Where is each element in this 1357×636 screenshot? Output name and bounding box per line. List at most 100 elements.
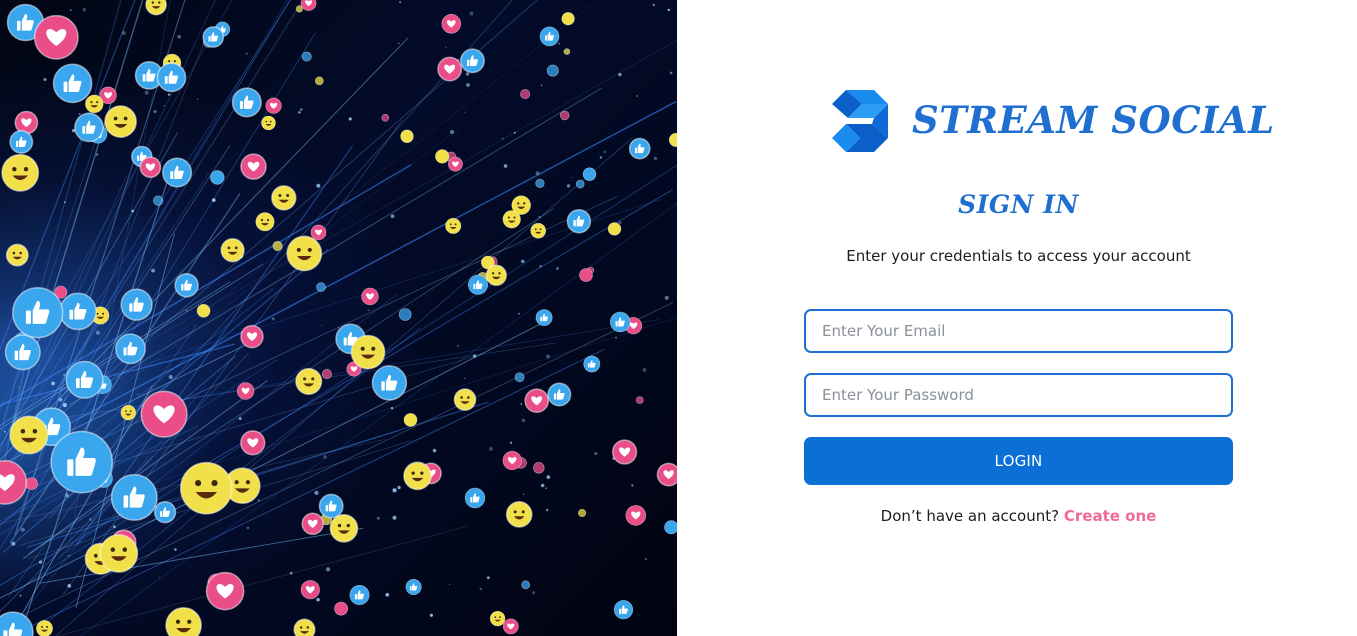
emoji-face-icon [286,235,323,272]
emoji-face-icon [99,533,139,573]
heart-reaction-icon [437,56,463,82]
like-reaction-icon [405,579,422,595]
like-reaction-icon [231,87,262,118]
emoji-face-icon [563,48,571,55]
like-reaction-icon [535,309,553,327]
emoji-face-icon [561,12,575,26]
like-reaction-icon [59,292,97,331]
stream-social-logo-icon [832,90,888,152]
emoji-face-icon [445,217,462,234]
like-reaction-icon [0,611,34,636]
password-field[interactable] [804,373,1233,417]
like-reaction-icon [547,382,572,407]
emoji-face-icon [577,508,587,518]
heart-reaction-icon [524,388,550,414]
like-reaction-icon [398,308,412,321]
like-reaction-icon [575,179,585,189]
emoji-face-icon [329,513,359,543]
emoji-face-icon [120,404,137,421]
heart-reaction-icon [25,477,38,490]
emoji-face-icon [179,461,233,515]
like-reaction-icon [50,430,114,494]
like-reaction-icon [153,501,177,524]
like-reaction-icon [349,585,370,605]
emoji-face-icon [485,264,508,287]
emoji-face-icon [85,94,104,114]
like-reaction-icon [202,26,225,48]
like-reaction-icon [174,273,199,298]
like-reaction-icon [535,178,545,188]
heart-reaction-icon [656,462,677,487]
like-reaction-icon [539,26,560,47]
heart-reaction-icon [240,430,266,456]
heart-reaction-icon [140,390,188,438]
emoji-face-icon [165,606,202,636]
brand-name: STREAM SOCIAL [912,98,1275,142]
like-reaction-icon [460,48,485,74]
like-reaction-icon [514,372,525,383]
heart-reaction-icon [301,512,324,536]
heart-reaction-icon [0,460,28,505]
like-reaction-icon [301,51,312,62]
brand-header: STREAM SOCIAL [830,88,1274,154]
emoji-face-icon [293,618,316,636]
emoji-face-icon [5,243,29,267]
emoji-face-icon [255,212,275,232]
heart-reaction-icon [361,287,379,306]
like-reaction-icon [115,333,146,365]
heart-reaction-icon [240,324,264,349]
heart-reaction-icon [321,369,332,379]
like-reaction-icon [210,170,225,185]
emoji-face-icon [511,195,531,215]
emoji-face-icon [530,222,547,239]
page-subtitle: Enter your credentials to access your ac… [846,247,1191,265]
emoji-face-icon [271,185,297,211]
heart-reaction-icon [205,571,245,611]
login-button[interactable]: LOGIN [804,437,1233,485]
emoji-face-icon [272,240,283,252]
email-field[interactable] [804,309,1233,353]
like-reaction-icon [582,167,597,181]
heart-reaction-icon [265,97,282,114]
heart-reaction-icon [533,462,545,474]
heart-reaction-icon [447,156,463,172]
heart-reaction-icon [635,396,644,404]
emoji-face-icon [1,153,40,192]
like-reaction-icon [153,195,164,206]
emoji-face-icon [400,129,414,144]
hero-background-image [0,0,677,636]
like-reaction-icon [318,493,344,519]
signup-prompt-row: Don’t have an account? Create one [780,507,1257,525]
emoji-face-icon [9,415,49,455]
like-reaction-icon [664,520,677,535]
heart-reaction-icon [520,89,531,100]
emoji-face-icon [403,413,418,427]
like-reaction-icon [546,64,559,77]
like-reaction-icon [316,282,326,292]
emoji-face-icon [668,132,677,147]
social-reactions-illustration [0,0,677,636]
heart-reaction-icon [381,114,390,122]
heart-reaction-icon [579,268,593,282]
like-reaction-icon [110,473,158,521]
heart-reaction-icon [625,505,647,526]
create-account-link[interactable]: Create one [1064,507,1156,525]
like-reaction-icon [610,311,631,333]
like-reaction-icon [12,287,64,339]
emoji-face-icon [489,610,506,627]
like-reaction-icon [120,288,153,321]
heart-reaction-icon [33,14,79,60]
page-title: SIGN IN [958,190,1079,219]
like-reaction-icon [4,334,41,371]
emoji-face-icon [104,105,137,138]
heart-reaction-icon [236,382,255,400]
like-reaction-icon [162,157,193,188]
like-reaction-icon [9,129,34,154]
like-reaction-icon [371,365,408,401]
emoji-face-icon [145,0,167,16]
heart-reaction-icon [441,13,462,34]
signup-prompt-text: Don’t have an account? [880,507,1060,525]
heart-reaction-icon [139,156,162,179]
heart-reaction-icon [502,618,519,635]
heart-reaction-icon [240,153,267,180]
